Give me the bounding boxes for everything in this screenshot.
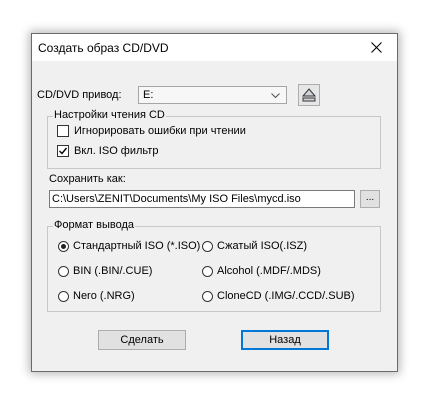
format-radio-compressed-iso[interactable]: [202, 241, 213, 252]
drive-select-value: E:: [143, 89, 154, 101]
save-path-field[interactable]: [49, 190, 355, 208]
output-format-title: Формат вывода: [53, 219, 136, 231]
chevron-down-icon: [271, 93, 280, 99]
format-label-clonecd: CloneCD (.IMG/.CCD/.SUB): [217, 290, 355, 302]
format-label-compressed-iso: Сжатый ISO(.ISZ): [217, 240, 308, 252]
make-button[interactable]: Сделать: [98, 330, 186, 350]
format-label-alcohol: Alcohol (.MDF/.MDS): [217, 265, 321, 277]
save-path-input[interactable]: [50, 191, 352, 207]
read-settings-title: Настройки чтения CD: [53, 109, 166, 121]
format-label-bin: BIN (.BIN/.CUE): [73, 265, 153, 277]
browse-button[interactable]: ...: [360, 190, 380, 208]
drive-select[interactable]: E:: [138, 86, 287, 104]
create-image-dialog: Создать образ CD/DVD CD/DVD привод: E: Н…: [31, 33, 398, 372]
read-settings-group: Настройки чтения CD: [47, 109, 381, 169]
ignore-errors-checkbox[interactable]: [57, 125, 69, 137]
iso-filter-checkbox[interactable]: [57, 145, 69, 157]
eject-button[interactable]: [298, 84, 320, 106]
format-radio-nero[interactable]: [58, 291, 69, 302]
radio-selected-dot: [61, 244, 66, 249]
window-title: Создать образ CD/DVD: [38, 41, 169, 55]
drive-label: CD/DVD привод:: [37, 89, 122, 101]
save-as-label: Сохранить как:: [49, 173, 126, 185]
back-button[interactable]: Назад: [241, 330, 329, 350]
format-radio-standard-iso[interactable]: [58, 241, 69, 252]
format-label-standard-iso: Стандартный ISO (*.ISO): [73, 240, 201, 252]
close-button[interactable]: [357, 34, 397, 61]
checkmark-icon: [59, 147, 68, 155]
format-radio-clonecd[interactable]: [202, 291, 213, 302]
iso-filter-label: Вкл. ISO фильтр: [74, 145, 159, 157]
eject-icon: [301, 88, 317, 102]
title-bar: Создать образ CD/DVD: [32, 34, 397, 61]
ignore-errors-label: Игнорировать ошибки при чтении: [74, 125, 246, 137]
format-label-nero: Nero (.NRG): [73, 290, 135, 302]
format-radio-bin[interactable]: [58, 266, 69, 277]
close-icon: [371, 42, 382, 53]
format-radio-alcohol[interactable]: [202, 266, 213, 277]
